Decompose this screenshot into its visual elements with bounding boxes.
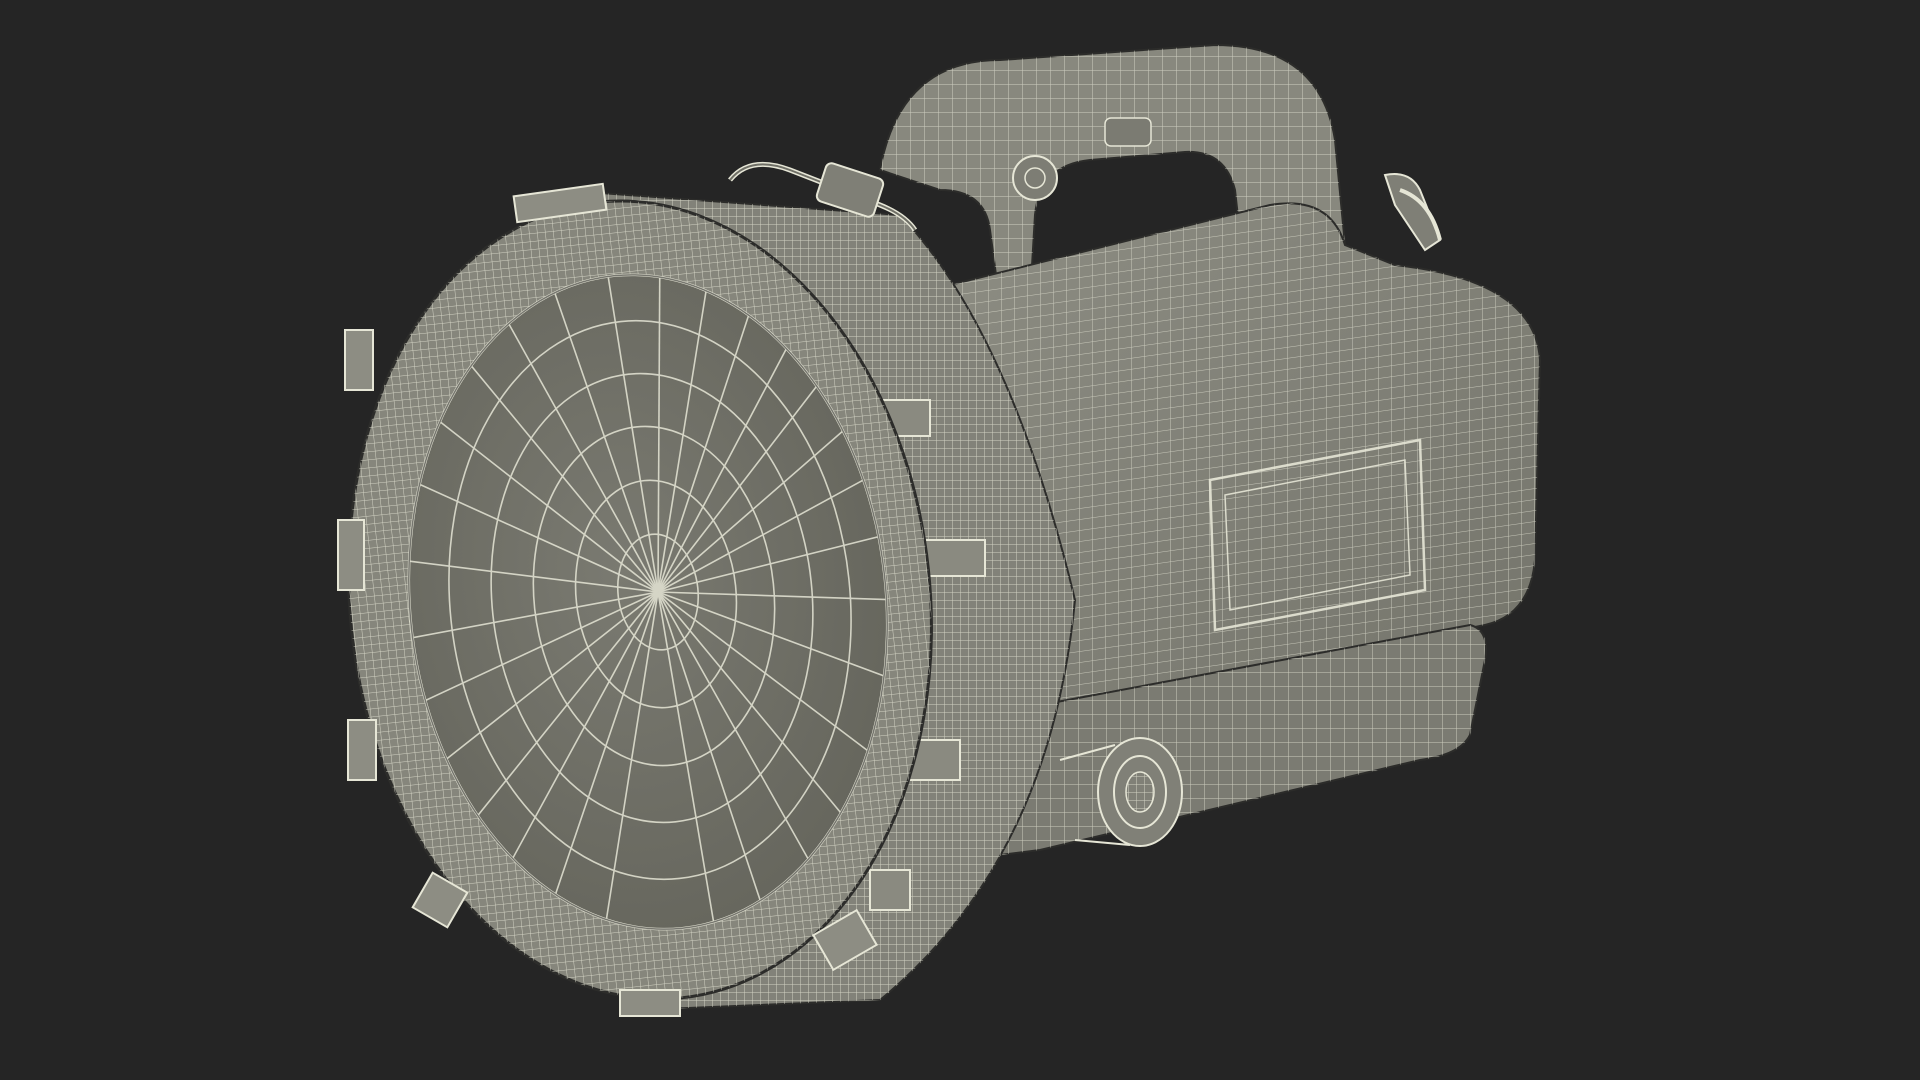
grip-rib <box>869 869 911 911</box>
handle-pivot <box>1012 155 1058 201</box>
wireframe-searchlight <box>337 43 1542 1017</box>
rear-clip <box>1383 173 1442 252</box>
handle-clip <box>1104 117 1152 147</box>
render-viewport <box>0 0 1920 1080</box>
